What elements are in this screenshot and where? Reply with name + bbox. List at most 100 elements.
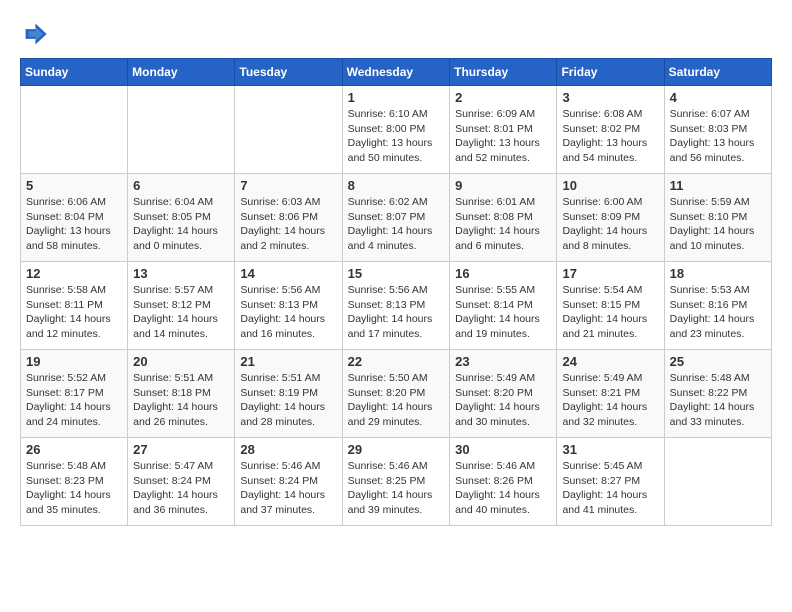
calendar-cell: 20 Sunrise: 5:51 AM Sunset: 8:18 PM Dayli… [128, 350, 235, 438]
calendar-header-row: SundayMondayTuesdayWednesdayThursdayFrid… [21, 59, 772, 86]
calendar-cell: 7 Sunrise: 6:03 AM Sunset: 8:06 PM Daylig… [235, 174, 342, 262]
calendar-week-2: 5 Sunrise: 6:06 AM Sunset: 8:04 PM Daylig… [21, 174, 772, 262]
calendar-cell: 23Sunrise: 5:49 AM Sunset: 8:20 PM Dayli… [450, 350, 557, 438]
day-info: Sunrise: 5:56 AM Sunset: 8:13 PM Dayligh… [240, 283, 336, 342]
day-info: Sunrise: 5:52 AM Sunset: 8:17 PM Dayligh… [26, 371, 122, 430]
day-info: Sunrise: 6:00 AM Sunset: 8:09 PM Dayligh… [562, 195, 658, 254]
day-info: Sunrise: 5:59 AM Sunset: 8:10 PM Dayligh… [670, 195, 766, 254]
day-info: Sunrise: 5:48 AM Sunset: 8:22 PM Dayligh… [670, 371, 766, 430]
logo-icon [20, 20, 48, 48]
calendar-cell: 17Sunrise: 5:54 AM Sunset: 8:15 PM Dayli… [557, 262, 664, 350]
calendar-cell: 3 Sunrise: 6:08 AM Sunset: 8:02 PM Daylig… [557, 86, 664, 174]
day-info: Sunrise: 5:47 AM Sunset: 8:24 PM Dayligh… [133, 459, 229, 518]
day-number: 17 [562, 266, 658, 281]
day-number: 18 [670, 266, 766, 281]
header-thursday: Thursday [450, 59, 557, 86]
day-number: 7 [240, 178, 336, 193]
day-number: 13 [133, 266, 229, 281]
header-sunday: Sunday [21, 59, 128, 86]
header-monday: Monday [128, 59, 235, 86]
calendar-cell: 9Sunrise: 6:01 AM Sunset: 8:08 PM Daylig… [450, 174, 557, 262]
calendar-cell: 6Sunrise: 6:04 AM Sunset: 8:05 PM Daylig… [128, 174, 235, 262]
day-number: 26 [26, 442, 122, 457]
day-number: 12 [26, 266, 122, 281]
day-info: Sunrise: 5:49 AM Sunset: 8:20 PM Dayligh… [455, 371, 551, 430]
calendar-cell: 14 Sunrise: 5:56 AM Sunset: 8:13 PM Dayli… [235, 262, 342, 350]
calendar-cell: 30Sunrise: 5:46 AM Sunset: 8:26 PM Dayli… [450, 438, 557, 526]
calendar-cell [664, 438, 771, 526]
day-number: 4 [670, 90, 766, 105]
calendar-cell: 12Sunrise: 5:58 AM Sunset: 8:11 PM Dayli… [21, 262, 128, 350]
header-wednesday: Wednesday [342, 59, 450, 86]
day-number: 15 [348, 266, 445, 281]
day-info: Sunrise: 5:55 AM Sunset: 8:14 PM Dayligh… [455, 283, 551, 342]
day-number: 30 [455, 442, 551, 457]
day-info: Sunrise: 6:06 AM Sunset: 8:04 PM Dayligh… [26, 195, 122, 254]
calendar-cell: 25 Sunrise: 5:48 AM Sunset: 8:22 PM Dayli… [664, 350, 771, 438]
calendar-cell: 21 Sunrise: 5:51 AM Sunset: 8:19 PM Dayli… [235, 350, 342, 438]
calendar-cell: 1 Sunrise: 6:10 AM Sunset: 8:00 PM Daylig… [342, 86, 450, 174]
day-info: Sunrise: 6:04 AM Sunset: 8:05 PM Dayligh… [133, 195, 229, 254]
day-number: 22 [348, 354, 445, 369]
page-header [20, 20, 772, 48]
day-number: 20 [133, 354, 229, 369]
calendar-cell: 5 Sunrise: 6:06 AM Sunset: 8:04 PM Daylig… [21, 174, 128, 262]
day-info: Sunrise: 6:07 AM Sunset: 8:03 PM Dayligh… [670, 107, 766, 166]
calendar-cell: 16 Sunrise: 5:55 AM Sunset: 8:14 PM Dayli… [450, 262, 557, 350]
calendar-cell: 4 Sunrise: 6:07 AM Sunset: 8:03 PM Daylig… [664, 86, 771, 174]
calendar-cell: 2 Sunrise: 6:09 AM Sunset: 8:01 PM Daylig… [450, 86, 557, 174]
day-info: Sunrise: 5:48 AM Sunset: 8:23 PM Dayligh… [26, 459, 122, 518]
day-number: 24 [562, 354, 658, 369]
day-info: Sunrise: 5:57 AM Sunset: 8:12 PM Dayligh… [133, 283, 229, 342]
day-number: 25 [670, 354, 766, 369]
day-info: Sunrise: 5:51 AM Sunset: 8:18 PM Dayligh… [133, 371, 229, 430]
calendar-cell: 8 Sunrise: 6:02 AM Sunset: 8:07 PM Daylig… [342, 174, 450, 262]
day-info: Sunrise: 5:53 AM Sunset: 8:16 PM Dayligh… [670, 283, 766, 342]
day-info: Sunrise: 5:45 AM Sunset: 8:27 PM Dayligh… [562, 459, 658, 518]
logo [20, 20, 52, 48]
day-info: Sunrise: 6:09 AM Sunset: 8:01 PM Dayligh… [455, 107, 551, 166]
day-number: 10 [562, 178, 658, 193]
day-info: Sunrise: 6:10 AM Sunset: 8:00 PM Dayligh… [348, 107, 445, 166]
calendar-cell: 13 Sunrise: 5:57 AM Sunset: 8:12 PM Dayli… [128, 262, 235, 350]
calendar-cell [235, 86, 342, 174]
day-info: Sunrise: 5:46 AM Sunset: 8:25 PM Dayligh… [348, 459, 445, 518]
day-info: Sunrise: 6:03 AM Sunset: 8:06 PM Dayligh… [240, 195, 336, 254]
calendar-cell: 18 Sunrise: 5:53 AM Sunset: 8:16 PM Dayli… [664, 262, 771, 350]
calendar-week-3: 12Sunrise: 5:58 AM Sunset: 8:11 PM Dayli… [21, 262, 772, 350]
calendar-cell: 27Sunrise: 5:47 AM Sunset: 8:24 PM Dayli… [128, 438, 235, 526]
calendar-cell: 29 Sunrise: 5:46 AM Sunset: 8:25 PM Dayli… [342, 438, 450, 526]
day-number: 9 [455, 178, 551, 193]
day-info: Sunrise: 5:51 AM Sunset: 8:19 PM Dayligh… [240, 371, 336, 430]
day-number: 31 [562, 442, 658, 457]
day-number: 14 [240, 266, 336, 281]
day-info: Sunrise: 5:56 AM Sunset: 8:13 PM Dayligh… [348, 283, 445, 342]
day-number: 5 [26, 178, 122, 193]
day-number: 1 [348, 90, 445, 105]
day-info: Sunrise: 6:08 AM Sunset: 8:02 PM Dayligh… [562, 107, 658, 166]
day-number: 21 [240, 354, 336, 369]
day-info: Sunrise: 5:46 AM Sunset: 8:24 PM Dayligh… [240, 459, 336, 518]
calendar-cell: 15 Sunrise: 5:56 AM Sunset: 8:13 PM Dayli… [342, 262, 450, 350]
calendar-cell: 24Sunrise: 5:49 AM Sunset: 8:21 PM Dayli… [557, 350, 664, 438]
calendar-cell [128, 86, 235, 174]
day-info: Sunrise: 5:50 AM Sunset: 8:20 PM Dayligh… [348, 371, 445, 430]
calendar-cell: 11 Sunrise: 5:59 AM Sunset: 8:10 PM Dayli… [664, 174, 771, 262]
day-number: 2 [455, 90, 551, 105]
day-number: 29 [348, 442, 445, 457]
calendar-week-5: 26 Sunrise: 5:48 AM Sunset: 8:23 PM Dayli… [21, 438, 772, 526]
header-tuesday: Tuesday [235, 59, 342, 86]
day-number: 8 [348, 178, 445, 193]
day-number: 28 [240, 442, 336, 457]
day-number: 16 [455, 266, 551, 281]
day-info: Sunrise: 6:02 AM Sunset: 8:07 PM Dayligh… [348, 195, 445, 254]
calendar-cell: 10 Sunrise: 6:00 AM Sunset: 8:09 PM Dayli… [557, 174, 664, 262]
day-number: 11 [670, 178, 766, 193]
calendar-cell: 19 Sunrise: 5:52 AM Sunset: 8:17 PM Dayli… [21, 350, 128, 438]
header-saturday: Saturday [664, 59, 771, 86]
day-number: 19 [26, 354, 122, 369]
header-friday: Friday [557, 59, 664, 86]
calendar-table: SundayMondayTuesdayWednesdayThursdayFrid… [20, 58, 772, 526]
day-number: 3 [562, 90, 658, 105]
calendar-cell: 28 Sunrise: 5:46 AM Sunset: 8:24 PM Dayli… [235, 438, 342, 526]
